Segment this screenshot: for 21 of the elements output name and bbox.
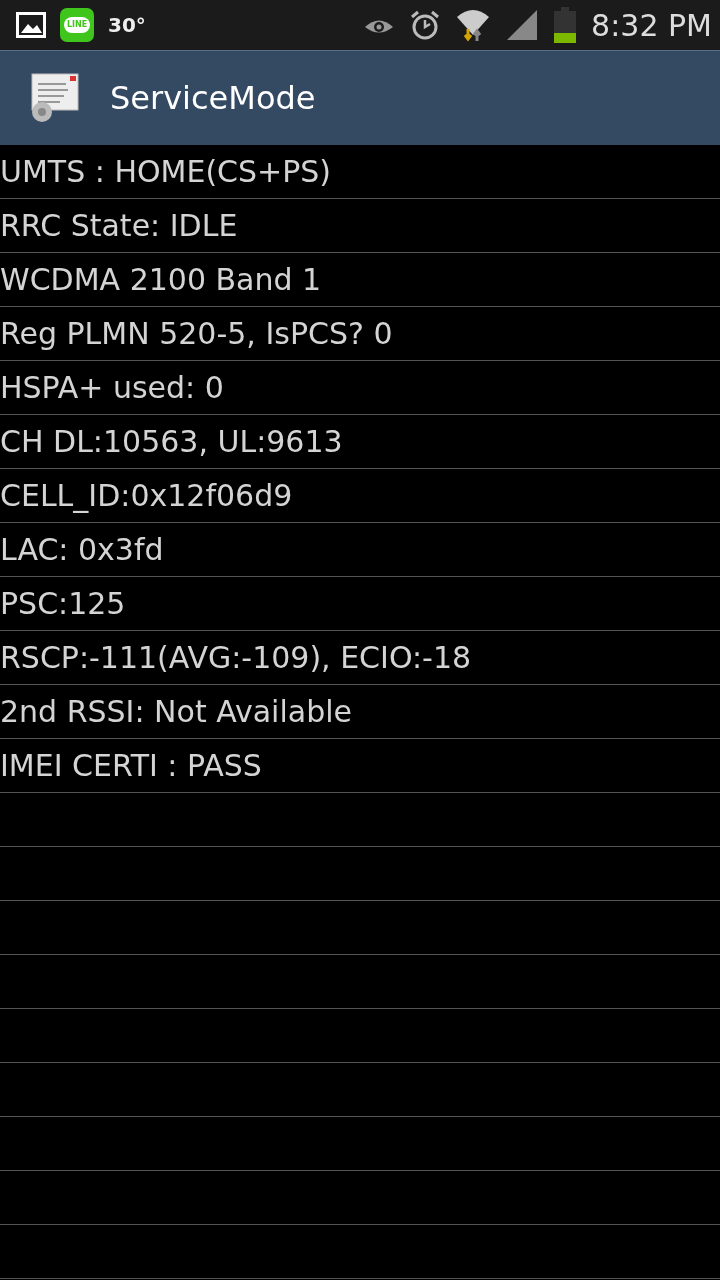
info-line: IMEI CERTI : PASS [0, 748, 262, 783]
info-line: PSC:125 [0, 586, 126, 621]
info-line: RSCP:-111(AVG:-109), ECIO:-18 [0, 640, 472, 675]
app-title: ServiceMode [110, 79, 316, 117]
info-line: LAC: 0x3fd [0, 532, 164, 567]
gallery-icon [16, 12, 46, 38]
info-line: Reg PLMN 520-5, IsPCS? 0 [0, 316, 393, 351]
info-line: WCDMA 2100 Band 1 [0, 262, 322, 297]
alarm-clock-icon [409, 9, 442, 41]
info-line: HSPA+ used: 0 [0, 370, 224, 405]
clock-time: 8:32 PM [591, 7, 712, 43]
info-line: UMTS : HOME(CS+PS) [0, 154, 332, 189]
line-app-icon: LINE [60, 8, 94, 42]
info-line: CELL_ID:0x12f06d9 [0, 478, 293, 513]
info-line: 2nd RSSI: Not Available [0, 694, 352, 729]
info-line: CH DL:10563, UL:9613 [0, 424, 343, 459]
temperature: 30° [108, 13, 146, 37]
wifi-icon [455, 7, 492, 43]
signal-icon [505, 8, 540, 42]
battery-icon [553, 7, 578, 43]
info-line: RRC State: IDLE [0, 208, 238, 243]
